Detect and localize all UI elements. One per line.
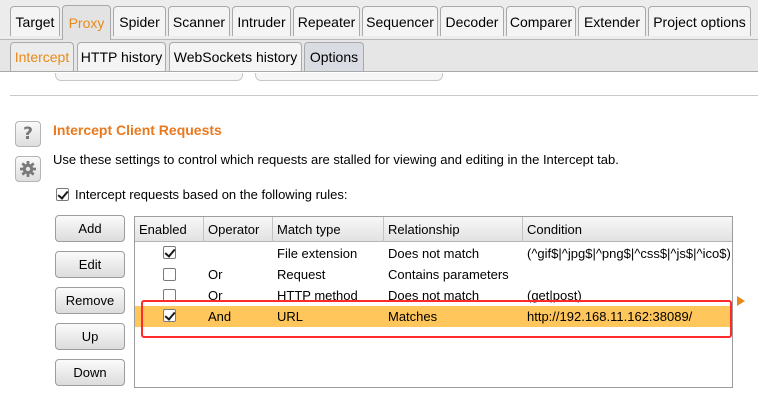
remove-button[interactable]: Remove [55, 287, 125, 314]
row-operator: Or [208, 267, 223, 282]
settings-button[interactable] [15, 156, 41, 182]
column-header-match-type[interactable]: Match type [273, 217, 384, 242]
tab-sequencer[interactable]: Sequencer [362, 6, 438, 36]
down-button[interactable]: Down [55, 359, 125, 386]
previous-section-button[interactable] [55, 73, 243, 81]
table-header: Enabled Operator Match type Relationship… [135, 217, 732, 242]
tab-proxy[interactable]: Proxy [62, 5, 111, 40]
row-relationship: Does not match [388, 246, 480, 261]
gear-icon [20, 161, 36, 177]
tab-decoder[interactable]: Decoder [440, 6, 504, 36]
tab-comparer[interactable]: Comparer [506, 6, 576, 36]
intercept-rules-checkbox[interactable] [56, 188, 69, 201]
tab-spider[interactable]: Spider [113, 6, 166, 36]
proxy-sub-tab-bar: Intercept HTTP history WebSockets histor… [0, 40, 758, 72]
column-header-condition[interactable]: Condition [523, 217, 732, 242]
row-match-type: File extension [277, 246, 358, 261]
subtab-intercept[interactable]: Intercept [10, 42, 74, 71]
edit-button[interactable]: Edit [55, 251, 125, 278]
section-title: Intercept Client Requests [53, 122, 222, 138]
subtab-http-history[interactable]: HTTP history [77, 42, 166, 71]
row-enabled-checkbox[interactable] [163, 268, 176, 281]
table-row[interactable]: File extension Does not match (^gif$|^jp… [135, 243, 732, 264]
previous-section-button-2[interactable] [255, 73, 443, 81]
subtab-websockets-history[interactable]: WebSockets history [169, 42, 302, 71]
tab-scanner[interactable]: Scanner [168, 6, 230, 36]
help-button[interactable]: ? [15, 121, 41, 147]
intercept-rules-label: Intercept requests based on the followin… [75, 187, 348, 202]
column-header-relationship[interactable]: Relationship [384, 217, 523, 242]
table-row[interactable]: Or Request Contains parameters [135, 264, 732, 285]
help-icon: ? [23, 124, 33, 144]
column-header-operator[interactable]: Operator [204, 217, 273, 242]
subtab-options[interactable]: Options [304, 42, 364, 71]
row-relationship: Contains parameters [388, 267, 509, 282]
expand-arrow-icon[interactable] [737, 296, 745, 306]
add-button[interactable]: Add [55, 215, 125, 242]
main-tab-bar: Target Proxy Spider Scanner Intruder Rep… [0, 0, 758, 40]
section-divider [10, 95, 758, 96]
row-match-type: Request [277, 267, 326, 282]
tab-extender[interactable]: Extender [578, 6, 646, 36]
tab-repeater[interactable]: Repeater [293, 6, 360, 36]
highlight-annotation-box [141, 300, 732, 338]
row-condition: (^gif$|^jpg$|^png$|^css$|^js$|^ico$) [527, 246, 731, 261]
tab-intruder[interactable]: Intruder [232, 6, 291, 36]
column-header-enabled[interactable]: Enabled [135, 217, 204, 242]
up-button[interactable]: Up [55, 323, 125, 350]
tab-project-options[interactable]: Project options [648, 6, 751, 36]
section-description: Use these settings to control which requ… [53, 152, 619, 167]
tab-target[interactable]: Target [10, 6, 60, 36]
options-panel: ? Intercept Client Requests Use these se… [0, 73, 758, 402]
row-enabled-checkbox[interactable] [163, 246, 176, 259]
